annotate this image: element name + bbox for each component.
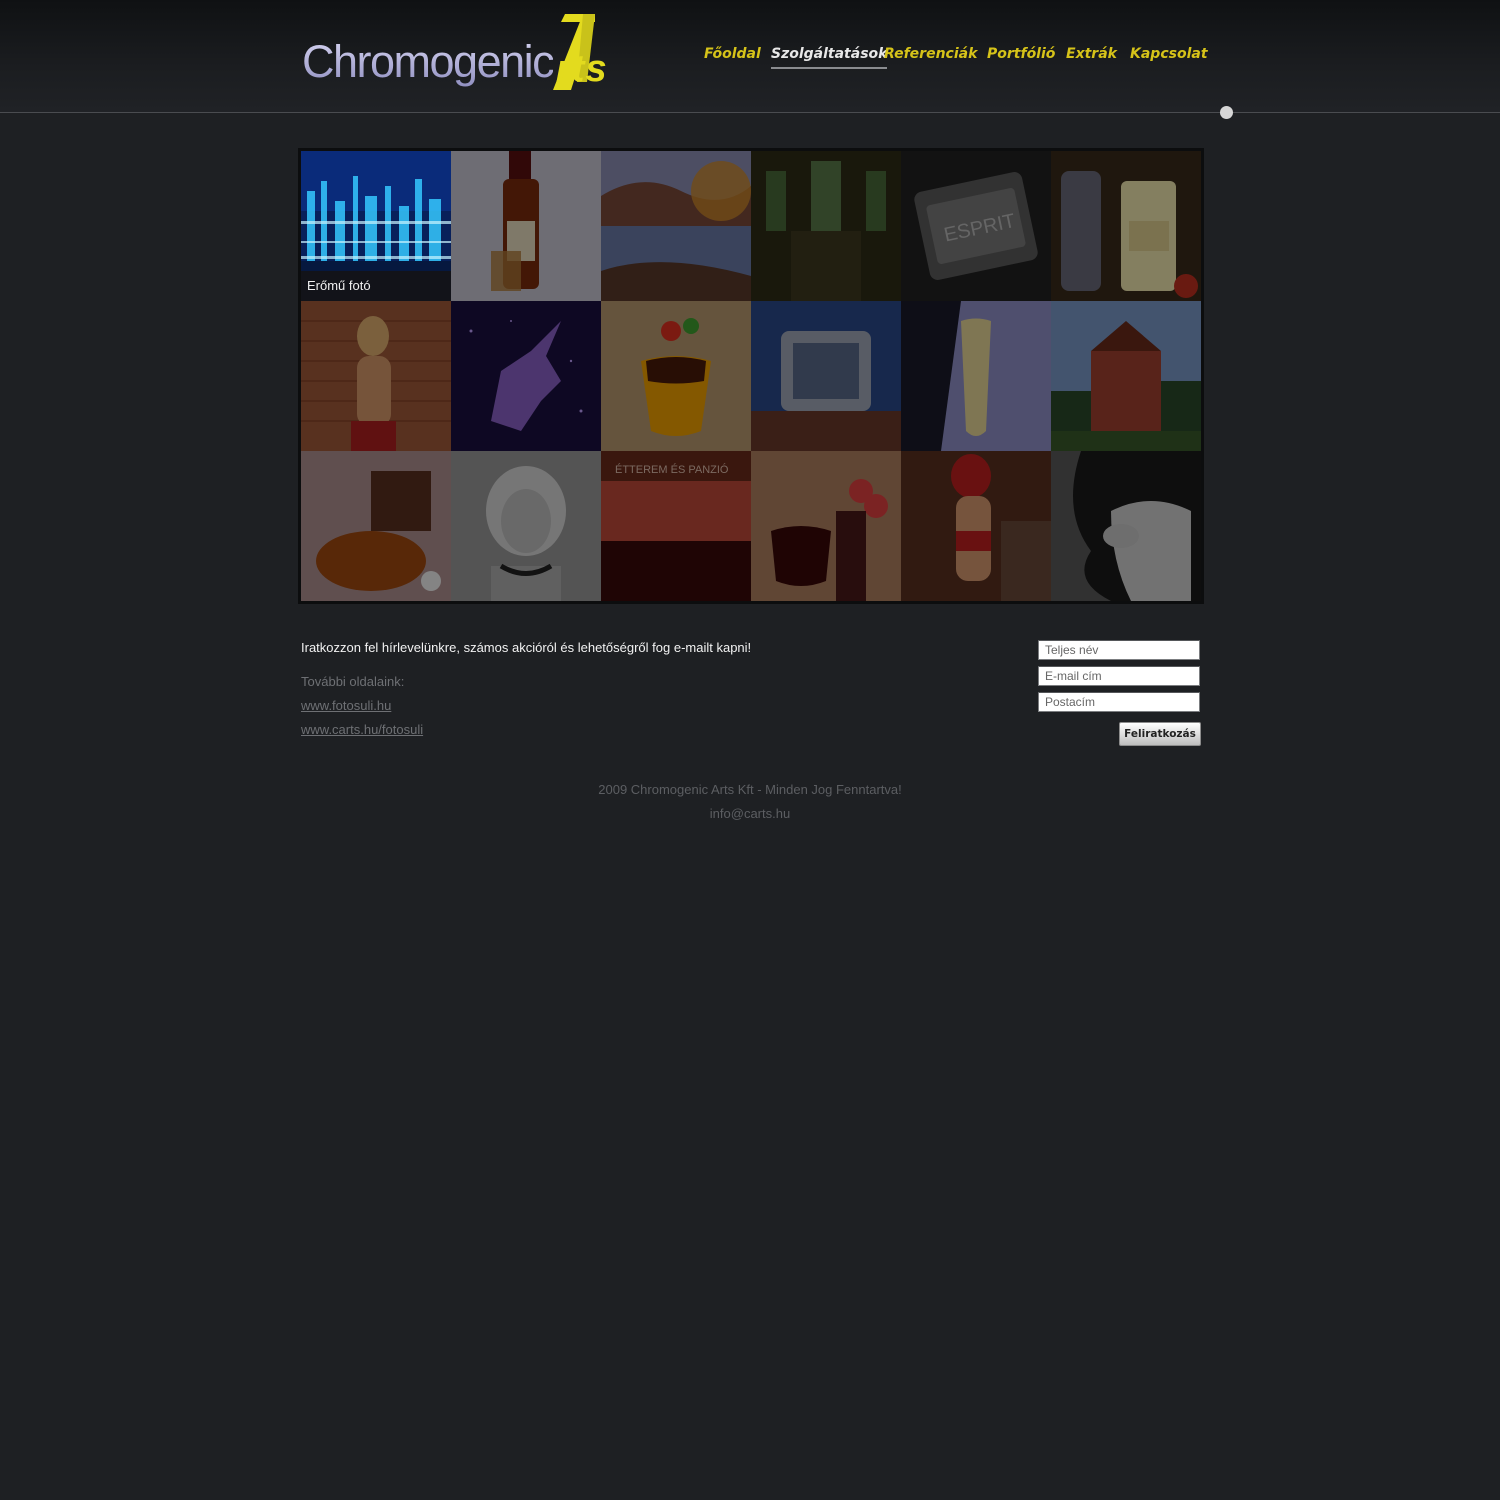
punch-bowl-photo — [301, 451, 451, 601]
active-nav-underline — [771, 67, 888, 69]
restaurant-photo: ÉTTEREM ÉS PANZIÓ — [601, 451, 751, 601]
gallery-tile-esprit-watch[interactable]: ESPRIT — [901, 151, 1051, 301]
gallery-tile-glass-unicorn[interactable] — [451, 301, 601, 451]
layered-cocktail-photo — [601, 301, 751, 451]
autumn-lake-photo — [601, 151, 751, 301]
champagne-glass-photo — [901, 301, 1051, 451]
header-divider — [0, 112, 1500, 113]
red-lingerie-photo — [901, 451, 1051, 601]
bacardi-cocktail-photo — [1051, 151, 1201, 301]
newsletter-text: Iratkozzon fel hírlevelünkre, számos akc… — [301, 640, 752, 655]
postal-address-field[interactable] — [1038, 692, 1200, 712]
gallery-tile-brick-manor[interactable] — [1051, 301, 1201, 451]
nav-item-portfolio[interactable]: Portfólió — [987, 46, 1055, 62]
footer-email: info@carts.hu — [709, 806, 791, 821]
logo-text: Chromogenic — [302, 36, 555, 87]
tile-caption: Erőmű fotó — [301, 271, 451, 301]
nav-item-references[interactable]: Referenciák — [884, 46, 977, 62]
gallery-tile-red-wine[interactable] — [751, 451, 901, 601]
gallery-tile-bacardi-bottle[interactable] — [451, 151, 601, 301]
gallery-tile-church-interior[interactable] — [751, 151, 901, 301]
svg-text:ESPRIT: ESPRIT — [942, 210, 1017, 247]
site-logo[interactable]: Chromogenic rts — [300, 10, 630, 95]
glass-unicorn-photo — [451, 301, 601, 451]
polar-bear-photo — [1051, 451, 1201, 601]
nav-item-services[interactable]: Szolgáltatások — [771, 46, 888, 69]
link-fotosuli[interactable]: www.fotosuli.hu — [301, 698, 391, 713]
more-sites-label: További oldalaink: — [301, 674, 405, 689]
footer-copyright: 2009 Chromogenic Arts Kft - Minden Jog F… — [598, 782, 902, 797]
red-wine-photo — [751, 451, 901, 601]
full-name-field[interactable] — [1038, 640, 1200, 660]
church-interior-photo — [751, 151, 901, 301]
gallery-tile-restaurant[interactable]: ÉTTEREM ÉS PANZIÓ — [601, 451, 751, 601]
nav-item-extras[interactable]: Extrák — [1066, 46, 1117, 62]
gallery-tile-portrait[interactable] — [451, 451, 601, 601]
link-carts-fotosuli[interactable]: www.carts.hu/fotosuli — [301, 722, 423, 737]
logo-text-tail: rts — [556, 48, 608, 90]
nav-item-home[interactable]: Főoldal — [704, 46, 761, 62]
gallery-tile-layered-cocktail[interactable] — [601, 301, 751, 451]
bacardi-bottle-photo — [451, 151, 601, 301]
photo-gallery: Erőmű fotó ESPRIT ÉTTEREM ÉS PANZIÓ — [298, 148, 1204, 604]
gallery-tile-bacardi-cocktail[interactable] — [1051, 151, 1201, 301]
nav-item-services-label: Szolgáltatások — [771, 46, 888, 62]
divider-dot — [1220, 106, 1233, 119]
svg-text:ÉTTEREM ÉS PANZIÓ: ÉTTEREM ÉS PANZIÓ — [615, 463, 729, 476]
email-field[interactable] — [1038, 666, 1200, 686]
portrait-photo — [451, 451, 601, 601]
gallery-tile-model-brick-wall[interactable] — [301, 301, 451, 451]
gallery-tile-champagne-glass[interactable] — [901, 301, 1051, 451]
square-watch-photo — [751, 301, 901, 451]
subscribe-button[interactable]: Feliratkozás — [1119, 722, 1201, 746]
model-brick-wall-photo — [301, 301, 451, 451]
nav-item-contact[interactable]: Kapcsolat — [1130, 46, 1208, 62]
gallery-tile-autumn-lake[interactable] — [601, 151, 751, 301]
esprit-watch-photo: ESPRIT — [901, 151, 1051, 301]
gallery-tile-red-lingerie[interactable] — [901, 451, 1051, 601]
brick-manor-photo — [1051, 301, 1201, 451]
gallery-tile-square-watch[interactable] — [751, 301, 901, 451]
gallery-tile-power-plant[interactable]: Erőmű fotó — [301, 151, 451, 301]
gallery-tile-polar-bear[interactable] — [1051, 451, 1201, 601]
gallery-tile-punch-bowl[interactable] — [301, 451, 451, 601]
